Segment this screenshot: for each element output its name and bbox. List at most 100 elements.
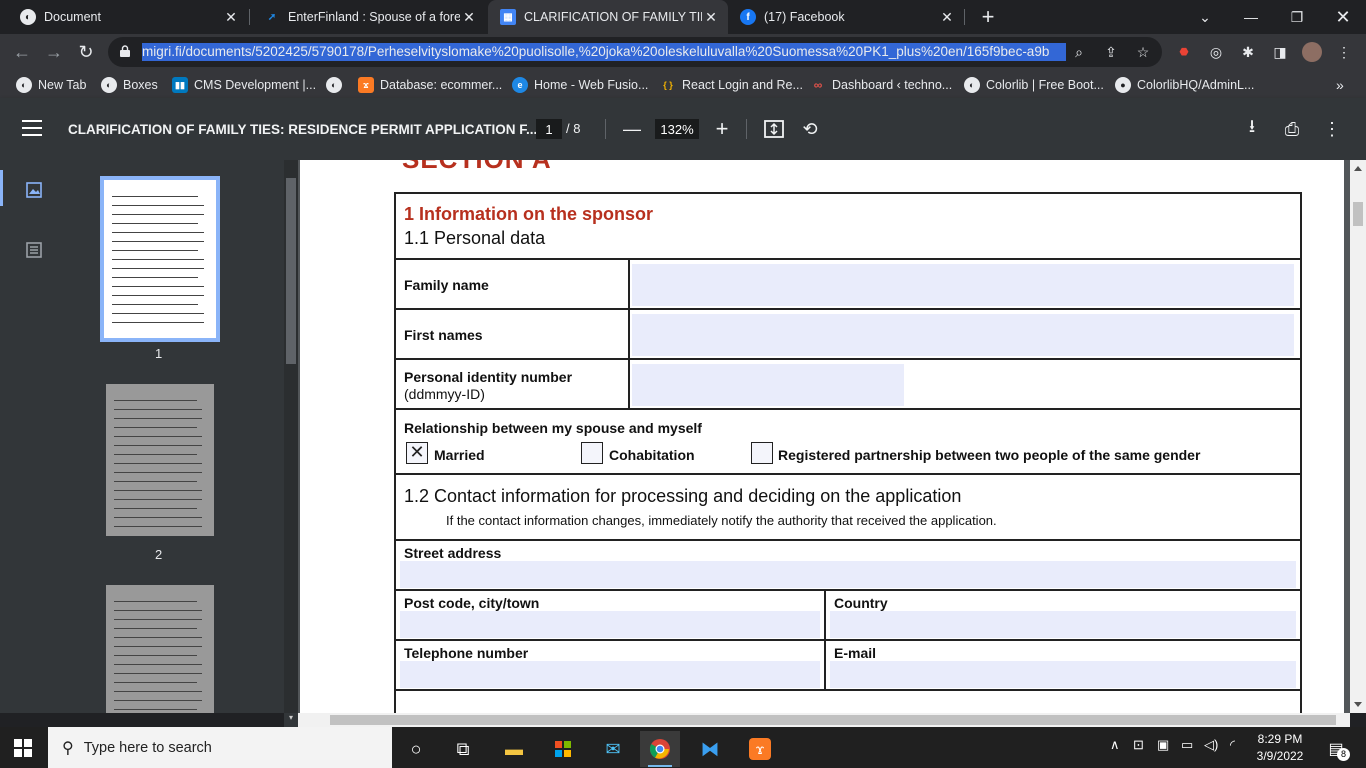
bookmark-colorlib[interactable]: ◐ Colorlib | Free Boot... — [964, 76, 1104, 94]
address-bar[interactable]: migri.fi/documents/5202425/5790178/Perhe… — [108, 37, 1162, 67]
enterfinland-icon: ➚ — [267, 11, 277, 23]
volume-icon[interactable]: ◁) — [1204, 737, 1218, 753]
cohabitation-checkbox[interactable] — [581, 442, 603, 464]
windows-start-icon[interactable] — [14, 739, 32, 757]
email-field[interactable] — [830, 661, 1296, 688]
chrome-icon[interactable] — [640, 731, 680, 767]
post-code-field[interactable] — [400, 611, 820, 638]
tab-search-icon[interactable]: ⌄ — [1182, 0, 1228, 34]
tab-clarification[interactable]: ▦ CLARIFICATION OF FAMILY TIES: ✕ — [488, 0, 728, 34]
thumbnail-line — [114, 400, 197, 401]
bookmark-new-tab[interactable]: ◐ New Tab — [16, 76, 86, 94]
page-number-input[interactable]: 1 — [536, 119, 562, 139]
thumbnail-line — [112, 196, 199, 197]
thumbnail-line — [114, 454, 197, 455]
avatar[interactable] — [1301, 41, 1323, 63]
system-clock[interactable]: 8:29 PM 3/9/2022 — [1252, 731, 1308, 765]
download-icon[interactable]: ⭳ — [1240, 116, 1264, 141]
bookmarks-overflow-icon[interactable]: » — [1336, 76, 1344, 94]
bookmark-react[interactable]: { } React Login and Re... — [660, 76, 803, 94]
new-tab-button[interactable]: + — [976, 4, 1000, 29]
bookmark-cms[interactable]: ▮▮ CMS Development |... — [172, 76, 316, 94]
bookmark-boxes[interactable]: ◐ Boxes — [101, 76, 158, 94]
tab-title: CLARIFICATION OF FAMILY TIES: — [524, 10, 702, 24]
bookmark-dashboard[interactable]: ∞ Dashboard ‹ techno... — [810, 76, 953, 94]
sidebar-scroll-arrow[interactable]: ▾ — [284, 713, 298, 727]
close-icon[interactable]: ✕ — [460, 8, 478, 26]
married-checkbox[interactable]: ✕ — [406, 442, 428, 464]
telephone-field[interactable] — [400, 661, 820, 688]
first-names-field[interactable] — [632, 314, 1294, 356]
family-name-field[interactable] — [632, 264, 1294, 306]
share-icon[interactable]: ⇪ — [1102, 43, 1120, 61]
street-address-label: Street address — [404, 545, 502, 561]
bookmark-star-icon[interactable]: ☆ — [1134, 43, 1152, 61]
vscode-icon[interactable]: ⧓ — [690, 731, 730, 767]
horizontal-scrollbar[interactable] — [298, 713, 1350, 727]
document-scrollbar[interactable] — [1350, 160, 1366, 713]
extension-circle-icon[interactable]: ◎ — [1205, 41, 1227, 63]
bookmark-home[interactable]: e Home - Web Fusio... — [512, 76, 648, 94]
thumbnails-icon[interactable] — [24, 180, 44, 200]
show-hidden-icons[interactable]: ∧ — [1110, 737, 1120, 753]
reload-button[interactable]: ↻ — [74, 40, 98, 64]
forward-button[interactable]: → — [42, 40, 66, 64]
registered-partnership-checkbox[interactable] — [751, 442, 773, 464]
page-thumbnail-3[interactable] — [106, 585, 214, 713]
taskbar-search-box[interactable]: ⚲ Type here to search — [48, 727, 392, 768]
close-window-button[interactable]: ✕ — [1320, 0, 1366, 34]
chrome-menu-icon[interactable]: ⋮ — [1333, 41, 1355, 63]
extensions-puzzle-icon[interactable]: ✱ — [1237, 41, 1259, 63]
screen-capture-icon[interactable]: ▣ — [1157, 737, 1169, 753]
close-icon[interactable]: ✕ — [222, 8, 240, 26]
mail-icon[interactable]: ✉ — [593, 731, 633, 767]
hamburger-menu-icon[interactable] — [22, 120, 42, 138]
bookmark-github[interactable]: ● ColorlibHQ/AdminL... — [1115, 76, 1254, 94]
side-panel-icon[interactable]: ◨ — [1269, 41, 1291, 63]
tab-document[interactable]: ◐ Document ✕ — [8, 0, 248, 34]
zoom-level-input[interactable]: 132% — [655, 119, 699, 139]
close-icon[interactable]: ✕ — [702, 8, 720, 26]
page-thumbnail-2[interactable] — [106, 384, 214, 536]
more-options-icon[interactable]: ⋮ — [1320, 117, 1344, 141]
print-icon[interactable]: ⎙ — [1280, 117, 1304, 141]
thumbnail-line — [114, 691, 203, 692]
tab-facebook[interactable]: f (17) Facebook ✕ — [728, 0, 964, 34]
relationship-row: Relationship between my spouse and mysel… — [396, 410, 1300, 475]
sidebar-scrollbar[interactable] — [284, 160, 298, 713]
meet-now-icon[interactable]: ⊡ — [1133, 737, 1144, 753]
battery-icon[interactable]: ▭ — [1181, 737, 1193, 753]
thumbnail-line — [114, 490, 203, 491]
bookmark-database[interactable]: ϫ Database: ecommer... — [358, 76, 502, 94]
file-explorer-icon[interactable]: ▬ — [494, 731, 534, 767]
fit-to-page-icon[interactable] — [762, 117, 786, 141]
rotate-icon[interactable]: ⟲ — [798, 117, 822, 141]
wifi-icon[interactable]: ◜ — [1230, 737, 1235, 753]
zoom-in-button[interactable]: + — [710, 116, 734, 141]
microsoft-store-icon[interactable] — [543, 731, 583, 767]
bookmark-globe[interactable]: ◐ — [326, 76, 348, 94]
pin-field[interactable] — [632, 364, 904, 406]
back-button[interactable]: ← — [10, 40, 34, 64]
page-thumbnail-1[interactable] — [100, 176, 220, 342]
adblock-icon[interactable]: ⬣ — [1173, 41, 1195, 63]
task-view-icon[interactable]: ⧉ — [443, 731, 483, 767]
thumbnail-sidebar: 1 2 — [0, 160, 298, 713]
zoom-out-button[interactable]: — — [620, 117, 644, 141]
cortana-icon[interactable]: ○ — [396, 731, 436, 767]
tab-enterfinland[interactable]: ➚ EnterFinland : Spouse of a foreign ✕ — [252, 0, 486, 34]
zoom-icon[interactable]: ⌕ — [1070, 43, 1088, 61]
country-field[interactable] — [830, 611, 1296, 638]
thumbnail-line — [114, 601, 197, 602]
url-text[interactable]: migri.fi/documents/5202425/5790178/Perhe… — [142, 43, 1066, 61]
relationship-label: Relationship between my spouse and mysel… — [404, 420, 702, 436]
minimize-button[interactable]: — — [1228, 0, 1274, 34]
thumbnail-number: 1 — [155, 346, 163, 361]
restore-button[interactable]: ❐ — [1274, 0, 1320, 34]
notifications-icon[interactable]: ▤ 8 — [1316, 731, 1356, 767]
close-icon[interactable]: ✕ — [938, 8, 956, 26]
thumbnail-line — [114, 436, 203, 437]
xampp-icon[interactable]: ϫ — [740, 731, 780, 767]
outline-icon[interactable] — [24, 240, 44, 260]
street-address-field[interactable] — [400, 561, 1296, 588]
